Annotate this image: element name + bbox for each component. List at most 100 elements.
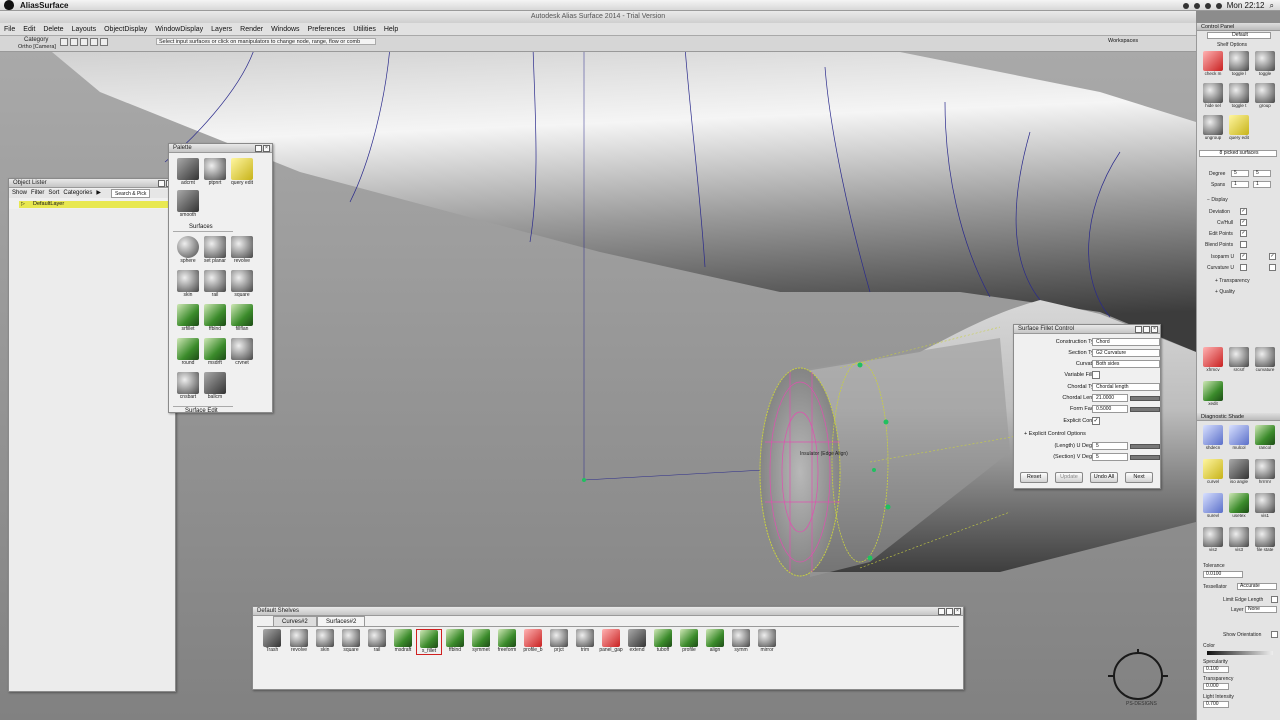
menu-preferences[interactable]: Preferences <box>308 26 346 33</box>
construction-type-select[interactable]: Chord <box>1092 338 1160 346</box>
curvature-u-checkbox[interactable] <box>1240 264 1247 271</box>
shelf-mirror[interactable]: mirror <box>754 629 780 653</box>
spotlight-icon[interactable]: ⌕ <box>1270 1 1274 11</box>
close-icon[interactable]: × <box>263 145 270 152</box>
tool-ffblnd[interactable]: ffblnd <box>202 304 228 332</box>
menu-file[interactable]: File <box>4 26 15 33</box>
tool-query-edit[interactable]: query edit <box>229 158 255 186</box>
degree-u-input[interactable]: 5 <box>1231 170 1249 177</box>
tool-round[interactable]: round <box>175 338 201 366</box>
maximize-icon[interactable] <box>938 608 945 615</box>
cp-tool-toggle-l[interactable]: toggle l <box>1227 51 1251 76</box>
cp-tool-curvature[interactable]: curvature <box>1253 347 1277 372</box>
tool-crvnet[interactable]: crvnet <box>229 338 255 366</box>
pivot-point[interactable] <box>582 478 586 482</box>
show-orientation-checkbox[interactable] <box>1271 631 1278 638</box>
tool-rail[interactable]: rail <box>202 270 228 298</box>
tab-surfaces[interactable]: Surfaces#2 <box>317 616 366 626</box>
surfaces-section-header[interactable]: Surfaces <box>173 223 233 232</box>
shelf-extend[interactable]: extend <box>624 629 650 653</box>
tool-srfillet[interactable]: srfillet <box>175 304 201 332</box>
maximize-icon[interactable] <box>255 145 262 152</box>
search-field[interactable]: Search & Pick <box>111 189 151 198</box>
tool-smooth[interactable]: smooth <box>175 190 201 218</box>
explicit-options-header[interactable]: + Explicit Control Options <box>1024 431 1086 437</box>
cp-tool-xedit[interactable]: xedit <box>1201 381 1225 406</box>
diag-vis3[interactable]: vis3 <box>1227 527 1251 552</box>
diag-hrrrmr[interactable]: hrrrmr <box>1253 459 1277 484</box>
lister-categories[interactable]: Categories <box>63 189 92 198</box>
shelf-align[interactable]: align <box>702 629 728 653</box>
specularity-input[interactable]: 0.100 <box>1203 666 1229 673</box>
variable-fillets-checkbox[interactable] <box>1092 371 1100 379</box>
chordal-length-input[interactable]: 21.0000 <box>1092 394 1128 402</box>
quality-header[interactable]: + Quality <box>1215 289 1235 295</box>
next-button[interactable]: Next <box>1125 472 1153 483</box>
cp-tool-toggle-t[interactable]: toggle t <box>1227 83 1251 108</box>
menu-windowdisplay[interactable]: WindowDisplay <box>155 26 203 33</box>
diag-file-state[interactable]: file state <box>1253 527 1277 552</box>
lister-sort[interactable]: Sort <box>48 189 59 198</box>
menu-layouts[interactable]: Layouts <box>72 26 97 33</box>
diag-vis2[interactable]: vis2 <box>1201 527 1225 552</box>
minimize-icon[interactable] <box>946 608 953 615</box>
shelf-profile[interactable]: profile <box>676 629 702 653</box>
tool-skin[interactable]: skin <box>175 270 201 298</box>
u-degree-input[interactable]: 5 <box>1092 442 1128 450</box>
tool-set-planar[interactable]: set planar <box>202 236 228 264</box>
shelf-freeform[interactable]: freeform <box>494 629 520 653</box>
tool-cnsbart[interactable]: cnsbart <box>175 372 201 400</box>
cp-tool-ungroup[interactable]: ungroup <box>1201 115 1225 140</box>
picked-surfaces[interactable]: 8 picked surfaces <box>1199 150 1277 157</box>
section-type-select[interactable]: G2 Curvature <box>1092 349 1160 357</box>
shelf-skin[interactable]: skin <box>312 629 338 653</box>
diag-shdecn[interactable]: shdecn <box>1201 425 1225 450</box>
workspaces-label[interactable]: Workspaces <box>1108 38 1138 44</box>
menu-objectdisplay[interactable]: ObjectDisplay <box>104 26 147 33</box>
light-intensity-input[interactable]: 0.700 <box>1203 701 1229 708</box>
shelf-s-fillet[interactable]: s_fillet <box>416 629 442 655</box>
cp-tool-toggle[interactable]: toggle <box>1253 51 1277 76</box>
curvature-v-checkbox[interactable] <box>1269 264 1276 271</box>
tool-icon[interactable] <box>100 38 108 46</box>
app-name[interactable]: AliasSurface <box>20 1 68 10</box>
shelf-profile-b[interactable]: profile_b <box>520 629 546 653</box>
tool-msdrft[interactable]: msdrft <box>202 338 228 366</box>
lister-show[interactable]: Show <box>12 189 27 198</box>
transparency-header[interactable]: + Transparency <box>1215 278 1250 284</box>
menu-windows[interactable]: Windows <box>271 26 299 33</box>
layer-row[interactable]: ▷ DefaultLayer <box>19 201 169 208</box>
cp-tool-hide[interactable]: hide sel <box>1201 83 1225 108</box>
u-degree-slider[interactable] <box>1130 444 1160 449</box>
deviation-checkbox[interactable]: ✓ <box>1240 208 1247 215</box>
menu-edit[interactable]: Edit <box>23 26 35 33</box>
menu-utilities[interactable]: Utilities <box>353 26 376 33</box>
diag-vis1[interactable]: vis1 <box>1253 493 1277 518</box>
shelf-ffblnd[interactable]: ffblnd <box>442 629 468 653</box>
cvhull-checkbox[interactable]: ✓ <box>1240 219 1247 226</box>
pipe-end-cap[interactable] <box>759 367 841 577</box>
display-header[interactable]: − Display <box>1207 197 1228 203</box>
expand-icon[interactable]: ▷ <box>21 201 25 208</box>
status-icon[interactable] <box>1193 2 1200 9</box>
shelf-options[interactable]: Shelf Options <box>1217 42 1247 48</box>
tool-adcrnt[interactable]: adcrnt <box>175 158 201 186</box>
snap-icon[interactable] <box>70 38 78 46</box>
category-label[interactable]: Category <box>24 37 48 43</box>
shelf-trash[interactable]: Trash <box>259 629 285 653</box>
tool-square[interactable]: square <box>229 270 255 298</box>
color-slider[interactable] <box>1207 651 1273 655</box>
surface-edit-section[interactable]: Surface Edit <box>173 406 233 414</box>
tolerance-input[interactable]: 0.0100 <box>1203 571 1243 578</box>
clock[interactable]: Mon 22:12 <box>1227 1 1265 10</box>
wifi-icon[interactable] <box>1204 2 1211 9</box>
maximize-icon[interactable] <box>1135 326 1142 333</box>
spans-u-input[interactable]: 1 <box>1231 181 1249 188</box>
tool-revolve[interactable]: revolve <box>229 236 255 264</box>
status-icon[interactable] <box>1182 2 1189 9</box>
apple-icon[interactable] <box>4 0 14 10</box>
shelf-tuboff[interactable]: tuboff <box>650 629 676 653</box>
tool-fillflan[interactable]: fillflan <box>229 304 255 332</box>
isoparm-v-checkbox[interactable]: ✓ <box>1269 253 1276 260</box>
update-button[interactable]: Update <box>1055 472 1083 483</box>
